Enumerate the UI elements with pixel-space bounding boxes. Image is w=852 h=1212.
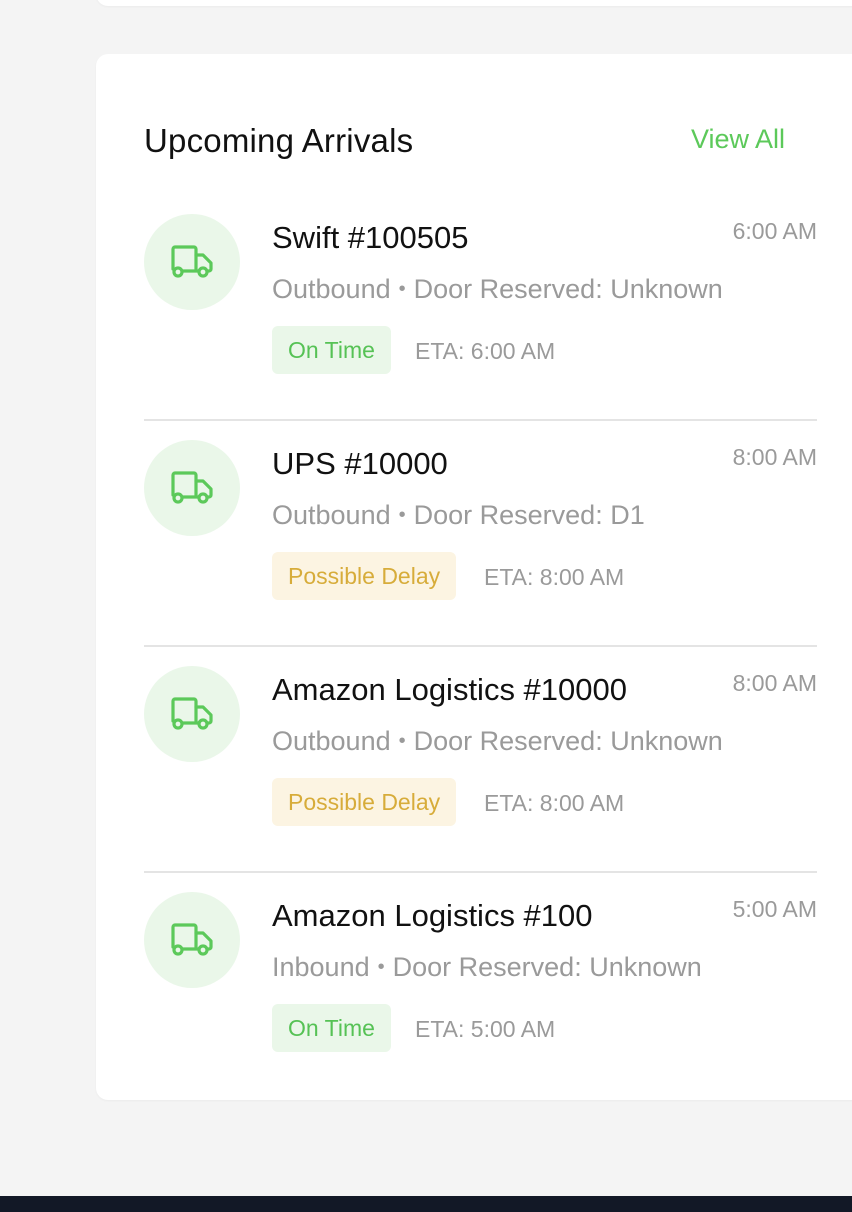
arrival-time: 5:00 AM [732, 896, 817, 922]
door-label: Door Reserved: Unknown [413, 726, 723, 756]
truck-icon [144, 892, 240, 988]
arrival-meta: Outbound • Door Reserved: D1 [272, 500, 645, 531]
separator-dot: • [398, 504, 406, 526]
arrival-title: UPS #10000 [272, 446, 448, 481]
door-label: Door Reserved: Unknown [413, 274, 723, 304]
status-badge: Possible Delay [272, 552, 457, 600]
separator-dot: • [398, 278, 406, 300]
status-badge: On Time [272, 1004, 391, 1052]
direction-label: Inbound [272, 952, 370, 982]
eta-label: ETA: 8:00 AM [484, 790, 625, 816]
arrival-meta: Outbound • Door Reserved: Unknown [272, 274, 723, 305]
card-header: Upcoming Arrivals View All [144, 120, 785, 166]
arrival-title: Amazon Logistics #100 [272, 898, 593, 933]
list-item[interactable]: UPS #10000 8:00 AM Outbound • Door Reserve… [144, 422, 817, 647]
direction-label: Outbound [272, 500, 391, 530]
upcoming-arrivals-card: Upcoming Arrivals View All Swift #100505… [96, 54, 852, 1100]
view-all-link[interactable]: View All [691, 124, 785, 155]
truck-icon [144, 666, 240, 762]
bottom-bar [0, 1196, 852, 1212]
truck-icon [144, 440, 240, 536]
truck-icon [144, 214, 240, 310]
direction-label: Outbound [272, 726, 391, 756]
arrival-meta: Outbound • Door Reserved: Unknown [272, 726, 723, 757]
eta-label: ETA: 5:00 AM [415, 1016, 556, 1042]
arrival-time: 6:00 AM [732, 218, 817, 244]
direction-label: Outbound [272, 274, 391, 304]
list-item[interactable]: Swift #100505 6:00 AM Outbound • Door Rese… [144, 196, 817, 421]
eta-label: ETA: 6:00 AM [415, 338, 556, 364]
door-label: Door Reserved: D1 [413, 500, 645, 530]
eta-label: ETA: 8:00 AM [484, 564, 625, 590]
separator-dot: • [377, 956, 385, 978]
arrival-time: 8:00 AM [732, 444, 817, 470]
list-item[interactable]: Amazon Logistics #100 5:00 AM Inbound • Do… [144, 874, 817, 1099]
card-title: Upcoming Arrivals [144, 122, 414, 159]
arrival-meta: Inbound • Door Reserved: Unknown [272, 952, 702, 983]
arrival-title: Amazon Logistics #10000 [272, 672, 628, 707]
arrival-title: Swift #100505 [272, 220, 469, 255]
status-badge: On Time [272, 326, 391, 374]
separator-dot: • [398, 730, 406, 752]
arrivals-list: Swift #100505 6:00 AM Outbound • Door Rese… [144, 196, 817, 1099]
list-item[interactable]: Amazon Logistics #10000 8:00 AM Outbound… [144, 648, 817, 873]
arrival-time: 8:00 AM [732, 670, 817, 696]
door-label: Door Reserved: Unknown [392, 952, 702, 982]
status-badge: Possible Delay [272, 778, 457, 826]
previous-card [96, 0, 852, 6]
